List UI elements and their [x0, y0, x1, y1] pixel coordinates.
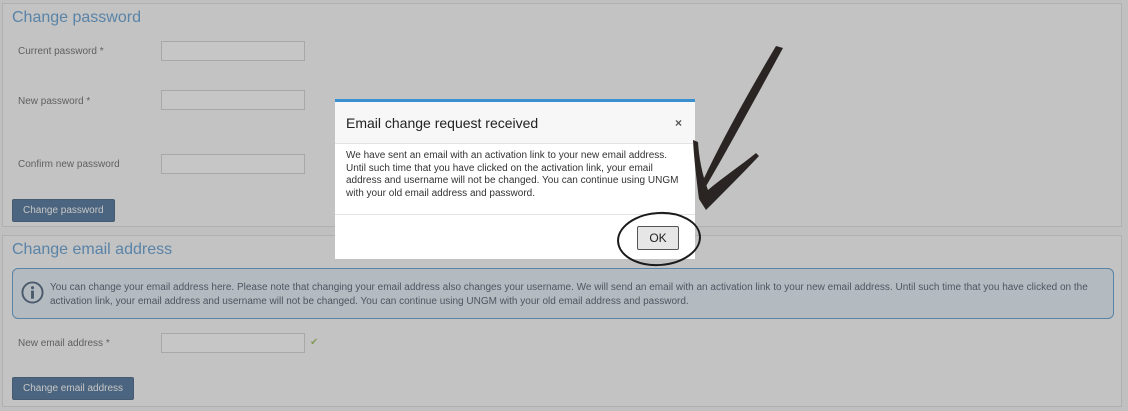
modal-title: Email change request received	[346, 115, 539, 131]
modal-header: Email change request received ×	[335, 102, 695, 144]
modal-footer: OK	[335, 214, 695, 260]
modal-body-text: We have sent an email with an activation…	[346, 150, 679, 199]
email-change-modal: Email change request received × We have …	[335, 99, 695, 259]
close-icon[interactable]: ×	[675, 116, 682, 130]
ok-button[interactable]: OK	[637, 226, 679, 250]
